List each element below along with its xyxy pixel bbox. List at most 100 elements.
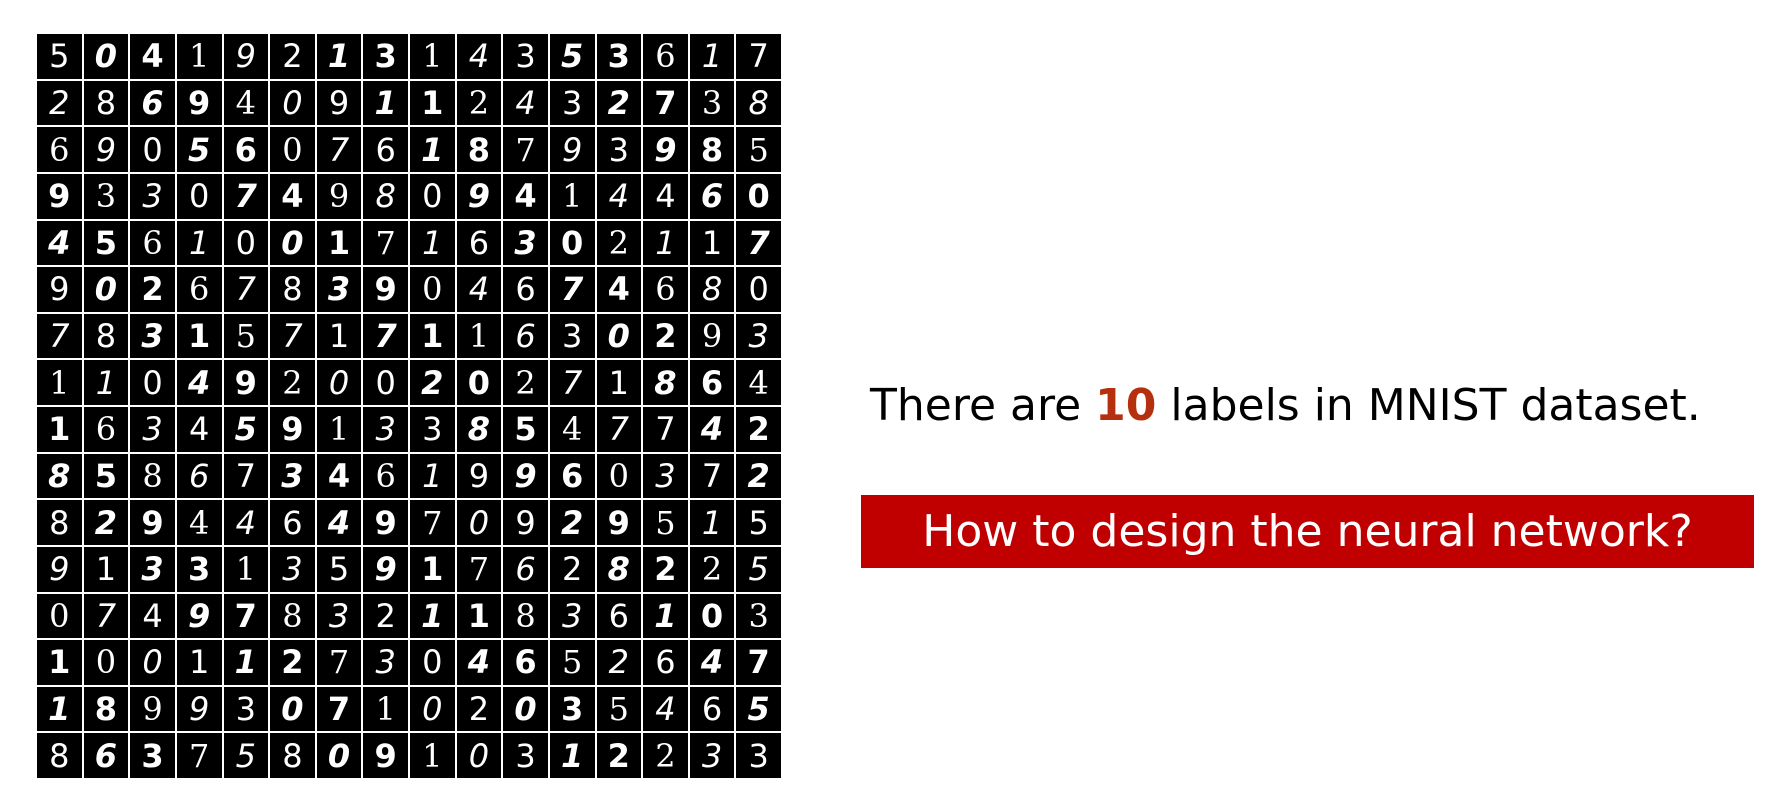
digit-cell: 2	[596, 733, 642, 778]
digit-cell: 0	[83, 267, 129, 312]
digit-cell: 0	[270, 220, 315, 266]
digit-cell: 0	[456, 360, 502, 405]
digit-cell: 3	[549, 686, 595, 732]
digit-cell: 1	[549, 733, 595, 778]
digit-cell: 1	[363, 686, 408, 732]
digit-cell: 3	[736, 733, 781, 778]
digit-cell: 1	[410, 34, 455, 79]
digit-cell: 2	[363, 593, 408, 639]
digit-cell: 0	[736, 267, 781, 312]
digit-cell: 9	[37, 267, 82, 312]
digit-cell: 5	[549, 34, 595, 79]
digit-cell: 2	[270, 640, 315, 685]
digit-cell: 8	[270, 593, 315, 639]
digit-cell: 7	[270, 313, 315, 359]
digit-cell: 3	[596, 127, 642, 172]
digit-cell: 1	[689, 34, 735, 79]
digit-cell: 7	[223, 173, 269, 219]
digit-cell: 8	[689, 127, 735, 172]
digit-cell: 7	[223, 453, 269, 499]
digit-cell: 1	[363, 80, 408, 126]
digit-cell: 2	[83, 500, 129, 545]
digit-cell: 6	[596, 593, 642, 639]
digit-cell: 5	[736, 686, 781, 732]
statement-suffix: labels in MNIST dataset.	[1156, 380, 1701, 431]
digit-cell: 2	[456, 80, 502, 126]
digit-cell: 0	[316, 733, 362, 778]
digit-cell: 0	[130, 360, 175, 405]
digit-cell: 5	[596, 686, 642, 732]
digit-cell: 1	[37, 640, 82, 685]
digit-cell: 9	[37, 173, 82, 219]
digit-cell: 1	[410, 593, 455, 639]
digit-cell: 0	[596, 453, 642, 499]
digit-cell: 8	[736, 80, 781, 126]
digit-cell: 1	[689, 500, 735, 545]
digit-cell: 5	[643, 500, 688, 545]
digit-cell: 2	[643, 313, 688, 359]
digit-cell: 9	[363, 546, 408, 592]
digit-cell: 4	[456, 267, 502, 312]
digit-cell: 2	[596, 80, 642, 126]
digit-cell: 8	[456, 127, 502, 172]
digit-cell: 1	[176, 220, 222, 266]
digit-cell: 6	[83, 733, 129, 778]
digit-cell: 5	[503, 407, 548, 452]
digit-cell: 3	[83, 173, 129, 219]
digit-cell: 7	[689, 453, 735, 499]
digit-cell: 2	[736, 407, 781, 452]
digit-cell: 7	[643, 80, 688, 126]
digit-cell: 8	[643, 360, 688, 405]
digit-cell: 4	[736, 360, 781, 405]
digit-cell: 6	[643, 34, 688, 79]
digit-cell: 4	[176, 407, 222, 452]
digit-cell: 9	[363, 267, 408, 312]
digit-cell: 5	[549, 640, 595, 685]
digit-cell: 7	[410, 500, 455, 545]
digit-cell: 5	[37, 34, 82, 79]
digit-cell: 9	[83, 127, 129, 172]
digit-cell: 3	[549, 80, 595, 126]
digit-cell: 3	[596, 34, 642, 79]
digit-cell: 0	[410, 267, 455, 312]
digit-cell: 1	[223, 640, 269, 685]
mnist-digit-grid: 5041921314353617286940911243273869056076…	[37, 34, 781, 778]
digit-cell: 9	[456, 453, 502, 499]
digit-cell: 0	[37, 593, 82, 639]
digit-cell: 3	[736, 313, 781, 359]
digit-cell: 0	[689, 593, 735, 639]
digit-cell: 9	[316, 80, 362, 126]
digit-cell: 6	[689, 173, 735, 219]
digit-cell: 7	[316, 640, 362, 685]
digit-cell: 4	[503, 173, 548, 219]
digit-cell: 9	[130, 500, 175, 545]
digit-cell: 0	[316, 360, 362, 405]
digit-cell: 3	[736, 593, 781, 639]
digit-cell: 1	[37, 686, 82, 732]
digit-cell: 8	[37, 733, 82, 778]
digit-cell: 6	[503, 546, 548, 592]
digit-cell: 4	[689, 640, 735, 685]
digit-cell: 5	[736, 127, 781, 172]
digit-cell: 3	[503, 733, 548, 778]
digit-cell: 5	[223, 733, 269, 778]
digit-cell: 1	[83, 546, 129, 592]
digit-cell: 2	[270, 34, 315, 79]
digit-cell: 4	[270, 173, 315, 219]
digit-cell: 5	[83, 220, 129, 266]
digit-cell: 4	[549, 407, 595, 452]
digit-cell: 8	[37, 500, 82, 545]
digit-cell: 0	[130, 640, 175, 685]
digit-cell: 3	[130, 407, 175, 452]
digit-cell: 7	[549, 360, 595, 405]
digit-cell: 1	[176, 640, 222, 685]
digit-cell: 0	[270, 127, 315, 172]
digit-cell: 1	[316, 220, 362, 266]
digit-cell: 7	[549, 267, 595, 312]
digit-cell: 4	[456, 640, 502, 685]
digit-cell: 4	[223, 80, 269, 126]
digit-cell: 1	[176, 34, 222, 79]
digit-cell: 1	[410, 453, 455, 499]
digit-cell: 3	[503, 220, 548, 266]
digit-cell: 1	[223, 546, 269, 592]
